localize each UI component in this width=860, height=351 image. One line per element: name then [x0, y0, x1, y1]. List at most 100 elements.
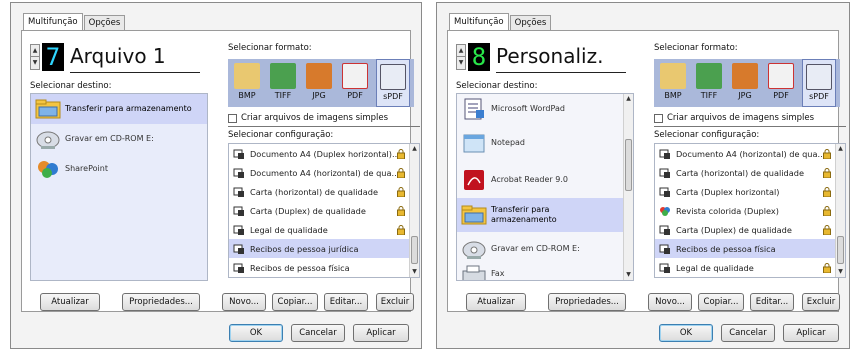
config-spinner[interactable]: ▲ ▼ — [30, 44, 40, 70]
scroll-thumb[interactable] — [625, 139, 632, 191]
config-row[interactable]: Recibos de pessoa jurídica — [229, 239, 419, 258]
scroll-down-icon[interactable]: ▼ — [624, 270, 633, 280]
destination-item[interactable]: Gravar em CD-ROM E: — [457, 232, 633, 266]
copy-button[interactable]: Copiar... — [272, 293, 318, 311]
tab-opcoes[interactable]: Opções — [509, 15, 552, 30]
config-scrollbar[interactable]: ▲ ▼ — [409, 144, 419, 277]
config-row[interactable]: Revista colorida (Duplex) — [655, 201, 845, 220]
destination-list[interactable]: Microsoft WordPad Notepad Acrobat Reader… — [456, 93, 634, 281]
config-row[interactable]: Carta (Duplex horizontal) — [655, 182, 845, 201]
format-bar: BMP TIFF JPG PDF sPDF — [654, 59, 840, 107]
update-button[interactable]: Atualizar — [466, 293, 526, 311]
format-spdf[interactable]: sPDF — [802, 59, 836, 107]
tab-panel: ▲ ▼ 8 Personaliz. Selecionar destino: Mi… — [447, 30, 846, 312]
config-row[interactable]: Carta (Duplex) de qualidade — [655, 220, 845, 239]
properties-button[interactable]: Propriedades... — [548, 293, 626, 311]
destination-item[interactable]: Fax — [457, 265, 633, 280]
format-jpg[interactable]: JPG — [302, 59, 336, 107]
config-label: Carta (Duplex horizontal) — [676, 186, 780, 197]
cd-rom-icon — [462, 241, 486, 259]
destination-item[interactable]: Microsoft WordPad — [457, 94, 633, 124]
scroll-thumb[interactable] — [837, 236, 844, 264]
config-row[interactable]: Carta (horizontal) de qualidade — [229, 182, 419, 201]
config-row[interactable]: Recibos de pessoa física — [655, 239, 845, 258]
edit-button[interactable]: Editar... — [750, 293, 794, 311]
format-tiff[interactable]: TIFF — [266, 59, 300, 107]
checkbox-box[interactable] — [228, 113, 237, 123]
format-pdf[interactable]: PDF — [338, 59, 372, 107]
tab-opcoes[interactable]: Opções — [83, 15, 126, 30]
simple-images-checkbox[interactable]: Criar arquivos de imagens simples — [654, 113, 814, 123]
config-row[interactable]: Carta (horizontal) de qualidade — [655, 163, 845, 182]
config-row[interactable]: Documento A4 (horizontal) de qua... — [655, 144, 845, 163]
properties-button[interactable]: Propriedades... — [122, 293, 200, 311]
cd-rom-icon — [36, 131, 60, 149]
format-jpg[interactable]: JPG — [728, 59, 762, 107]
format-caption: BMP — [664, 91, 682, 100]
delete-button[interactable]: Excluir — [802, 293, 840, 311]
destination-list[interactable]: Transferir para armazenamento Gravar em … — [30, 93, 208, 281]
configuration-list[interactable]: Documento A4 (horizontal) de qua... Cart… — [654, 143, 846, 278]
config-row[interactable]: Documento A4 (horizontal) de qua... — [229, 163, 419, 182]
config-row[interactable]: Documento A4 (Duplex horizontal)... — [229, 144, 419, 163]
scroll-down-icon[interactable]: ▼ — [410, 267, 419, 277]
format-caption: TIFF — [274, 91, 292, 100]
tiff-icon — [696, 63, 722, 89]
config-row[interactable]: Carta (Duplex) de qualidade — [229, 201, 419, 220]
destination-item[interactable]: Acrobat Reader 9.0 — [457, 162, 633, 198]
destination-scrollbar[interactable]: ▲ ▼ — [623, 94, 633, 280]
tab-multifuncao[interactable]: Multifunção — [23, 13, 83, 30]
destination-label: Transferir para armazenamento — [491, 205, 557, 224]
spinner-up-icon[interactable]: ▲ — [457, 45, 465, 57]
cancel-button[interactable]: Cancelar — [291, 324, 345, 342]
edit-button[interactable]: Editar... — [324, 293, 368, 311]
config-scrollbar[interactable]: ▲ ▼ — [835, 144, 845, 277]
format-tiff[interactable]: TIFF — [692, 59, 726, 107]
config-label: Legal de qualidade — [250, 224, 328, 235]
scroll-up-icon[interactable]: ▲ — [836, 144, 845, 154]
checkbox-box[interactable] — [654, 113, 663, 123]
destination-item[interactable]: SharePoint — [31, 154, 207, 184]
format-caption: BMP — [238, 91, 256, 100]
config-name-area: ▲ ▼ 7 Arquivo 1 — [30, 41, 208, 73]
ok-button[interactable]: OK — [229, 324, 283, 342]
apply-button[interactable]: Aplicar — [353, 324, 409, 342]
scroll-thumb[interactable] — [411, 236, 418, 264]
format-spdf[interactable]: sPDF — [376, 59, 410, 107]
jpg-icon — [732, 63, 758, 89]
spinner-down-icon[interactable]: ▼ — [457, 57, 465, 69]
new-button[interactable]: Novo... — [648, 293, 692, 311]
cancel-button[interactable]: Cancelar — [721, 324, 775, 342]
destination-item[interactable]: Notepad — [457, 124, 633, 162]
spinner-down-icon[interactable]: ▼ — [31, 57, 39, 69]
config-name-underline — [496, 72, 626, 73]
ok-button[interactable]: OK — [659, 324, 713, 342]
acrobat-icon — [464, 170, 484, 190]
update-button[interactable]: Atualizar — [40, 293, 100, 311]
config-row[interactable]: Legal de qualidade — [655, 258, 845, 277]
config-spinner[interactable]: ▲ ▼ — [456, 44, 466, 70]
format-pdf[interactable]: PDF — [764, 59, 798, 107]
select-config-label: Selecionar configuração: — [654, 130, 760, 140]
simple-images-checkbox[interactable]: Criar arquivos de imagens simples — [228, 113, 388, 123]
delete-button[interactable]: Excluir — [376, 293, 414, 311]
format-bar: BMP TIFF JPG PDF sPDF — [228, 59, 414, 107]
destination-item[interactable]: Gravar em CD-ROM E: — [31, 124, 207, 154]
format-bmp[interactable]: BMP — [230, 59, 264, 107]
scroll-up-icon[interactable]: ▲ — [624, 94, 633, 104]
apply-button[interactable]: Aplicar — [783, 324, 839, 342]
config-row[interactable]: Legal de qualidade — [229, 220, 419, 239]
config-row[interactable]: Recibos de pessoa física — [229, 258, 419, 277]
destination-item[interactable]: Transferir para armazenamento — [31, 94, 207, 124]
format-bmp[interactable]: BMP — [656, 59, 690, 107]
pdf-icon — [768, 63, 794, 89]
configuration-list[interactable]: Documento A4 (Duplex horizontal)... Docu… — [228, 143, 420, 278]
copy-button[interactable]: Copiar... — [698, 293, 744, 311]
spinner-up-icon[interactable]: ▲ — [31, 45, 39, 57]
scroll-up-icon[interactable]: ▲ — [410, 144, 419, 154]
scroll-down-icon[interactable]: ▼ — [836, 267, 845, 277]
tab-multifuncao[interactable]: Multifunção — [449, 13, 509, 30]
color-magazine-icon — [660, 206, 670, 216]
new-button[interactable]: Novo... — [222, 293, 266, 311]
destination-item[interactable]: Transferir para armazenamento — [457, 198, 633, 232]
